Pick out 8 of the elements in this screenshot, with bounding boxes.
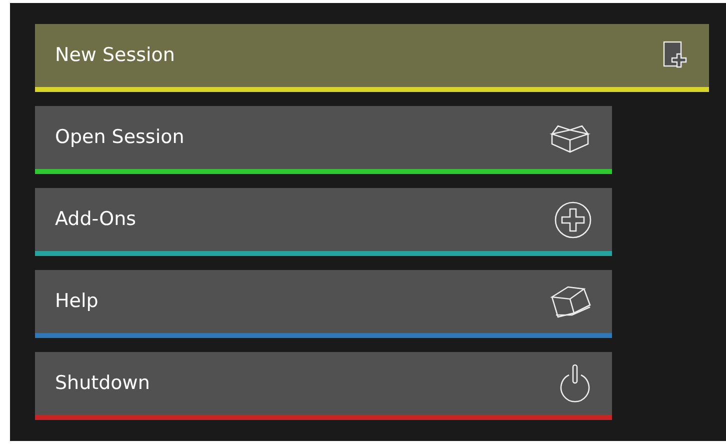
menu-button[interactable]: Help bbox=[35, 270, 612, 338]
document-plus-icon bbox=[663, 40, 689, 70]
menu-button[interactable]: Shutdown bbox=[35, 352, 612, 420]
plus-circle-icon bbox=[554, 200, 592, 238]
menu-button[interactable]: New Session bbox=[35, 24, 709, 92]
power-icon bbox=[558, 362, 592, 404]
menu-button[interactable]: Add-Ons bbox=[35, 188, 612, 256]
menu-button[interactable]: Open Session bbox=[35, 106, 612, 174]
